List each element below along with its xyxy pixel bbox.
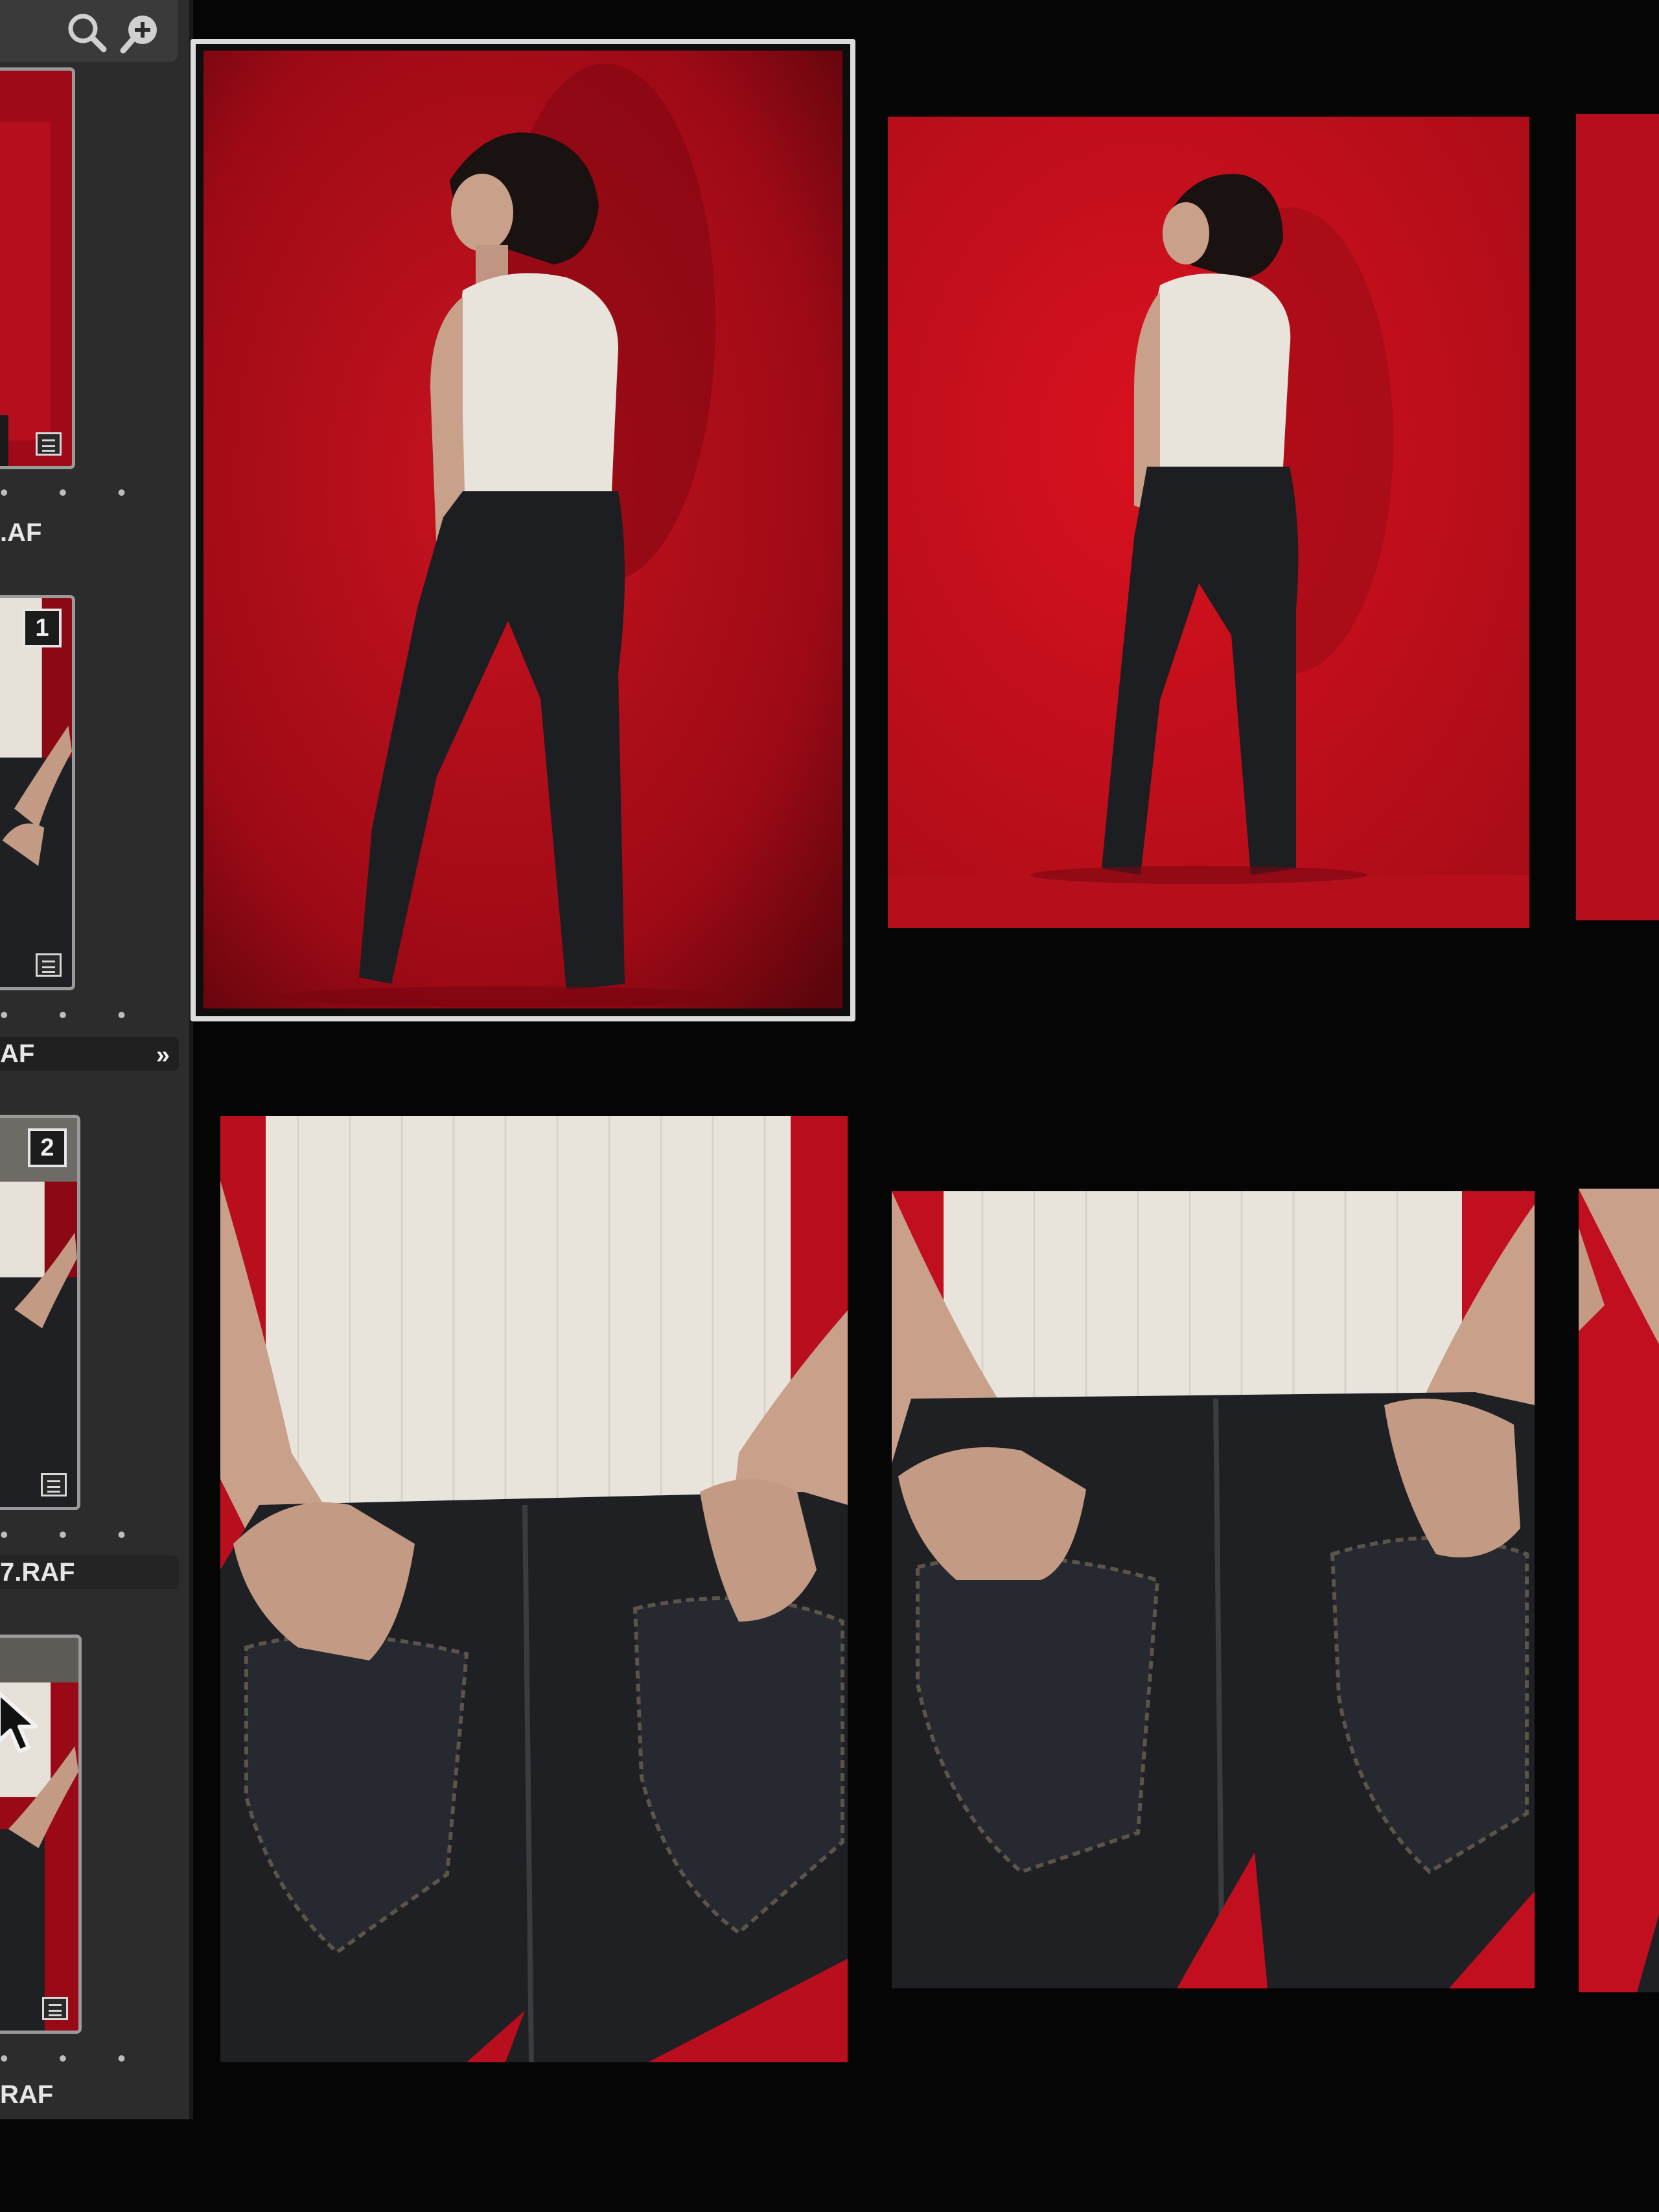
thumbnail-rating-dots: • • • [0,2045,148,2071]
thumbnail-1[interactable] [0,67,75,469]
thumbnail-filename: AF [0,1040,35,1068]
metadata-icon [36,432,62,456]
zoom-in-icon[interactable] [118,9,165,56]
photo-closeup-2[interactable] [892,1191,1535,1988]
photo-image [220,1116,848,2062]
metadata-icon [42,1997,68,2020]
thumbnail-filename: RAF [0,2080,54,2109]
thumbnail-filename: .AF [0,518,42,547]
photo-closeup-1[interactable] [220,1116,848,2062]
filmstrip-sidebar: • • • .AF 1 • • • AF » 2 • • • 7.RAF • •… [0,0,193,2119]
photo-full-body-1 [203,51,842,1008]
thumbnail-3[interactable]: 2 [0,1115,80,1510]
photo-full-body-2[interactable] [888,117,1529,928]
metadata-icon [41,1473,67,1496]
thumbnail-2[interactable]: 1 [0,595,75,990]
photo-image [1579,1189,1659,1992]
thumbnail-rating-dots: • • • [0,1001,148,1028]
photo-image [892,1191,1535,1988]
thumbnail-filename-selected[interactable]: AF » [0,1037,179,1071]
photo-image [203,51,842,1008]
photo-image [888,117,1529,928]
sidebar-toolbar [0,0,178,62]
thumbnail-rating-dots: • • • [0,1521,148,1548]
expand-chevron-icon[interactable]: » [156,1041,170,1069]
thumbnail-filename-bar: 7.RAF [0,1555,179,1589]
photo-image [1576,114,1659,920]
thumbnail-filename: 7.RAF [0,1558,75,1587]
thumbnail-photo [0,1118,77,1507]
thumbnail-rating-dots: • • • [0,479,148,506]
photo-partial-6[interactable] [1579,1189,1659,1992]
thumbnail-badge: 1 [23,609,62,647]
mouse-pointer-icon [0,1691,38,1753]
photo-cell-selected[interactable] [191,39,855,1021]
thumbnail-badge: 2 [28,1128,67,1167]
search-icon[interactable] [64,9,110,56]
thumbnail-photo [0,598,72,987]
thumbnail-photo [0,71,72,466]
photo-partial-3[interactable] [1576,114,1659,920]
metadata-icon [36,953,62,977]
